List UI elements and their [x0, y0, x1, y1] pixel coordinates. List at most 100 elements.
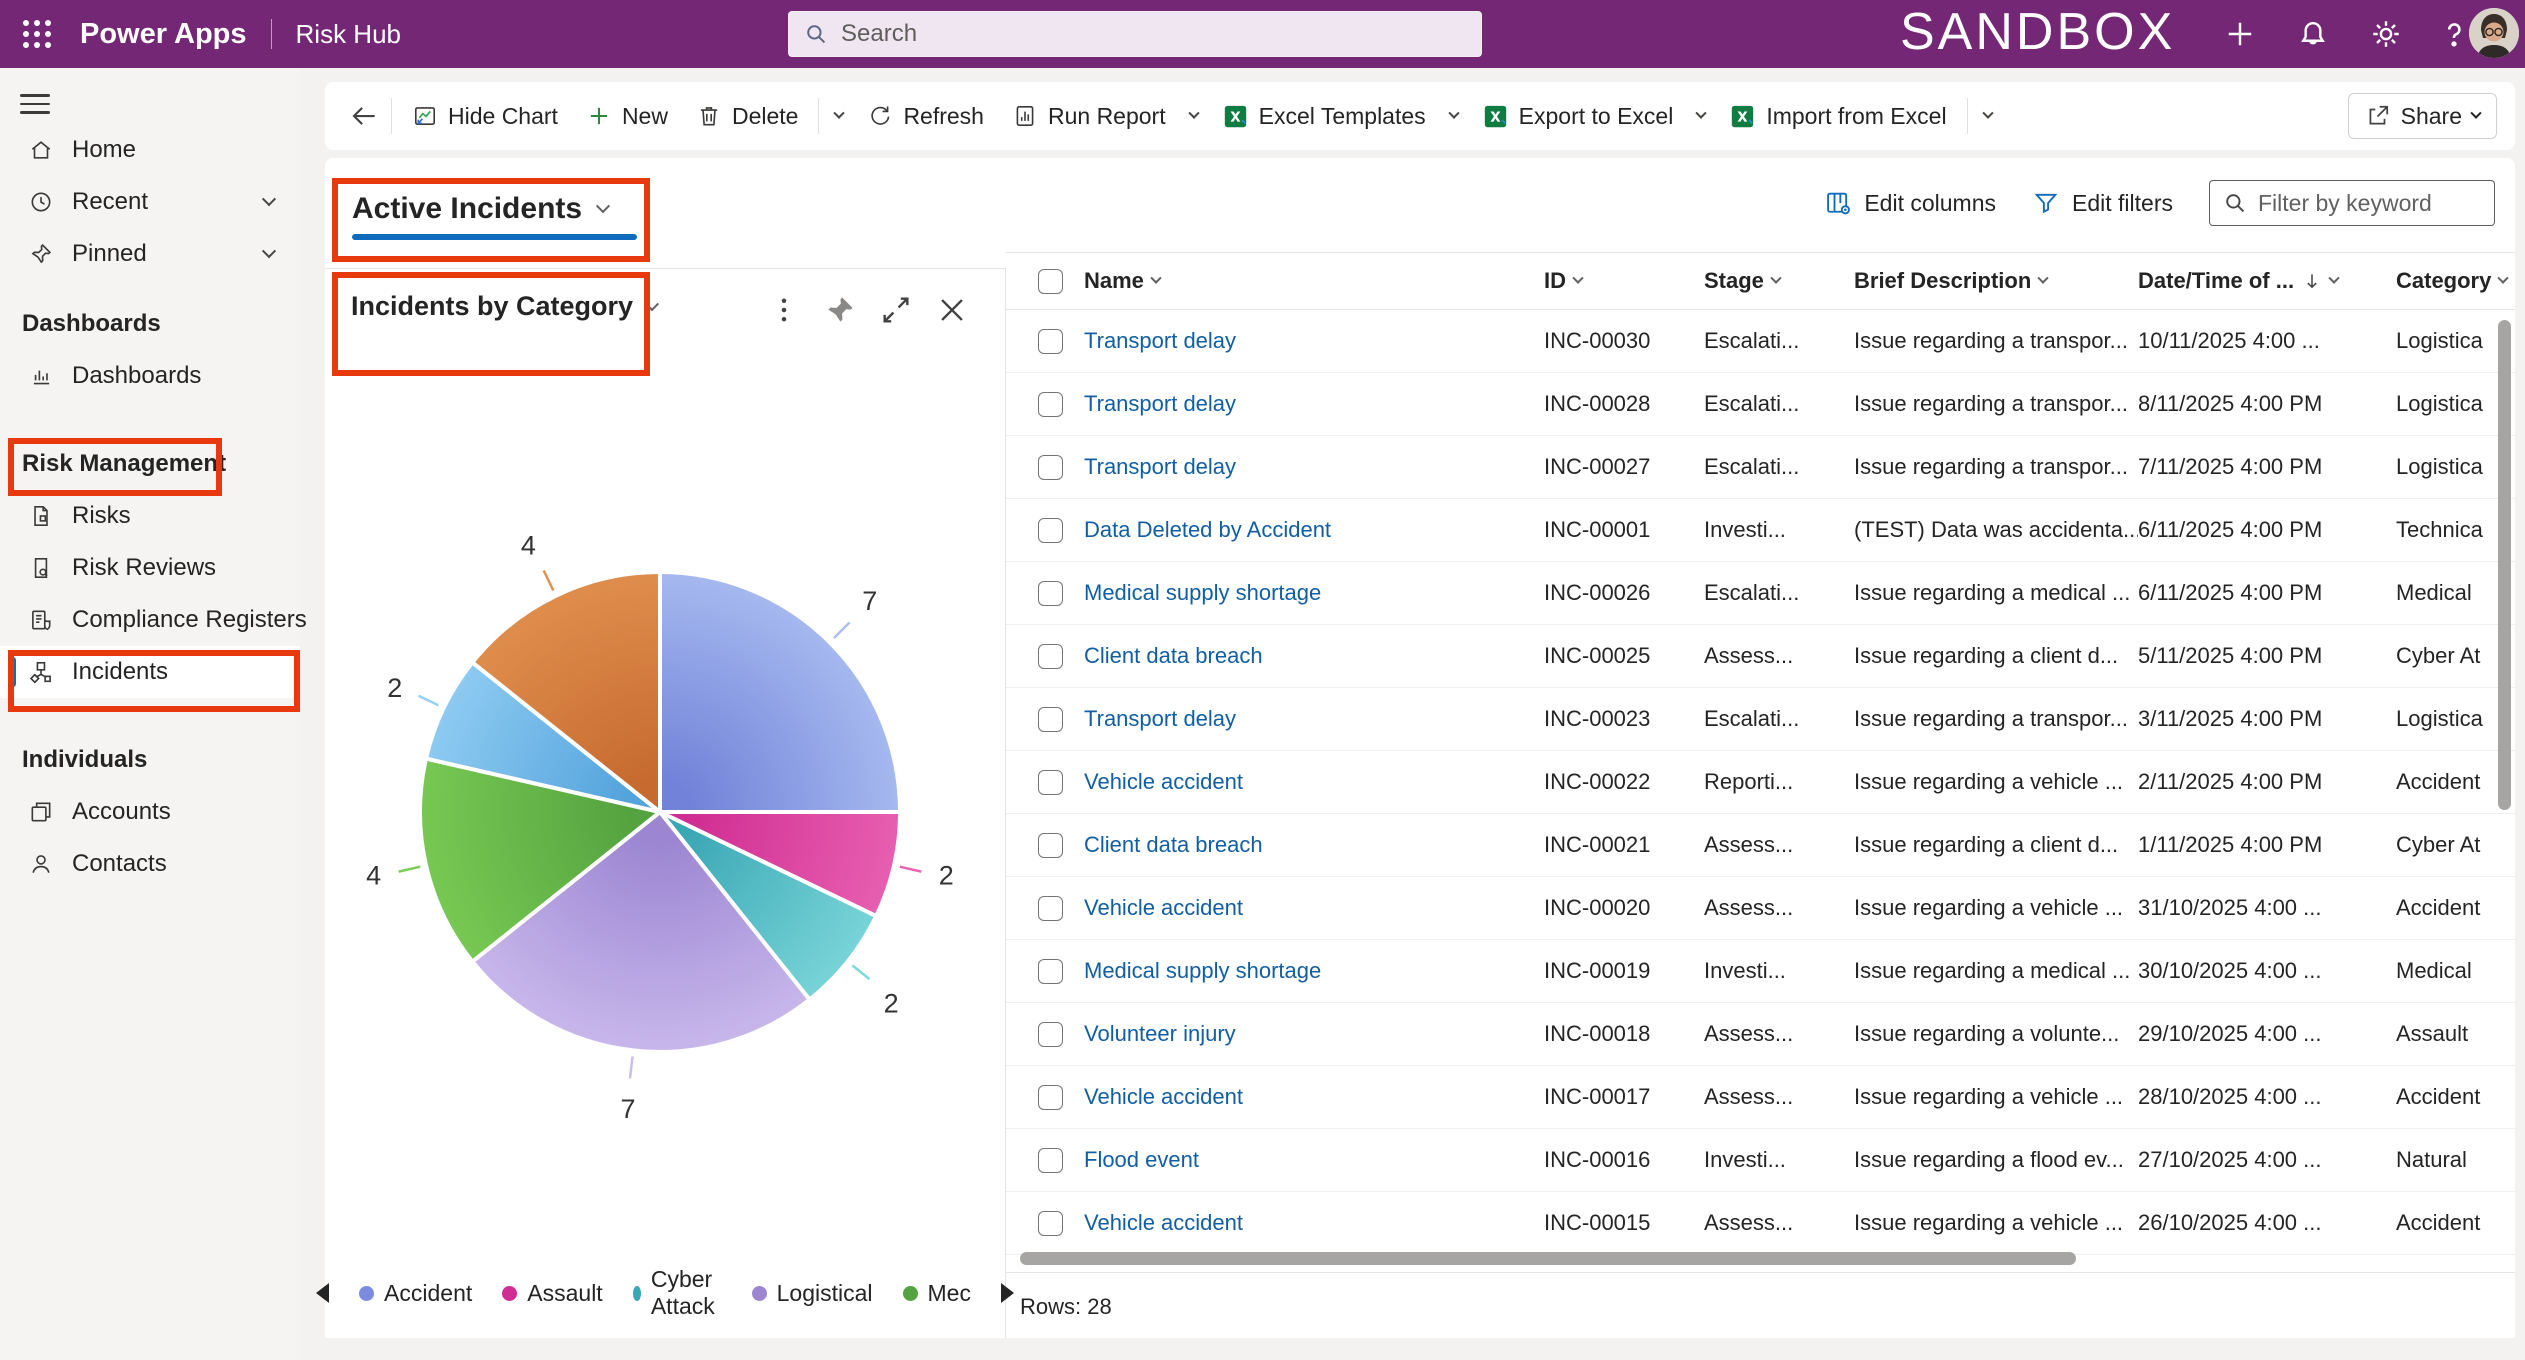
column-header-name[interactable]: Name	[1084, 268, 1544, 294]
horizontal-scrollbar[interactable]	[1020, 1252, 2076, 1265]
cell-name[interactable]: Vehicle accident	[1084, 1084, 1544, 1110]
cell-name[interactable]: Medical supply shortage	[1084, 580, 1544, 606]
help-icon[interactable]	[2436, 16, 2472, 52]
notifications-bell-icon[interactable]	[2295, 16, 2331, 52]
keyword-filter-input[interactable]	[2258, 190, 2478, 217]
cell-name[interactable]: Flood event	[1084, 1147, 1544, 1173]
global-search-input[interactable]: Search	[788, 11, 1482, 57]
command-dropdown-chevron-icon[interactable]	[1180, 99, 1208, 133]
chart-expand-icon[interactable]	[879, 293, 913, 327]
share-button[interactable]: Share	[2348, 93, 2497, 139]
sidebar-item-compliance-registers[interactable]: Compliance Registers	[0, 594, 300, 646]
edit-filters-button[interactable]: Edit filters	[2032, 189, 2173, 217]
cell-name[interactable]: Client data breach	[1084, 643, 1544, 669]
settings-gear-icon[interactable]	[2368, 16, 2404, 52]
vertical-scrollbar[interactable]	[2498, 320, 2511, 810]
sidebar-item-risks[interactable]: Risks	[0, 490, 300, 542]
sidebar-item-dashboards[interactable]: Dashboards	[0, 350, 300, 402]
row-checkbox[interactable]	[1038, 1022, 1063, 1047]
sidebar-item-accounts[interactable]: Accounts	[0, 786, 300, 838]
table-row[interactable]: Medical supply shortageINC-00019Investi.…	[1006, 940, 2515, 1003]
table-row[interactable]: Vehicle accidentINC-00022Reporti...Issue…	[1006, 751, 2515, 814]
row-checkbox[interactable]	[1038, 329, 1063, 354]
cell-name[interactable]: Transport delay	[1084, 328, 1544, 354]
export-to-excel-button[interactable]: Export to Excel	[1468, 95, 1688, 138]
cell-name[interactable]: Vehicle accident	[1084, 769, 1544, 795]
sidebar-item-incidents[interactable]: Incidents	[0, 646, 300, 698]
keyword-filter-box[interactable]	[2209, 180, 2495, 226]
command-dropdown-chevron-icon[interactable]	[825, 99, 853, 133]
row-checkbox[interactable]	[1038, 455, 1063, 480]
column-header-category[interactable]: Category	[2396, 268, 2515, 294]
sidebar-item-home[interactable]: Home	[0, 124, 300, 176]
row-checkbox[interactable]	[1038, 392, 1063, 417]
app-name[interactable]: Power Apps	[80, 18, 247, 51]
cell-name[interactable]: Volunteer injury	[1084, 1021, 1544, 1047]
chart-pin-icon[interactable]	[823, 293, 857, 327]
table-row[interactable]: Medical supply shortageINC-00026Escalati…	[1006, 562, 2515, 625]
chart-more-options-icon[interactable]	[767, 293, 801, 327]
row-checkbox[interactable]	[1038, 770, 1063, 795]
cell-name[interactable]: Transport delay	[1084, 454, 1544, 480]
table-row[interactable]: Volunteer injuryINC-00018Assess...Issue …	[1006, 1003, 2515, 1066]
legend-item-mec[interactable]: Mec	[903, 1266, 971, 1320]
column-header-id[interactable]: ID	[1544, 268, 1704, 294]
table-row[interactable]: Transport delayINC-00027Escalati...Issue…	[1006, 436, 2515, 499]
edit-columns-button[interactable]: Edit columns	[1824, 189, 1996, 217]
command-dropdown-chevron-icon[interactable]	[1440, 99, 1468, 133]
hide-chart-button[interactable]: Hide Chart	[398, 95, 572, 138]
delete-button[interactable]: Delete	[682, 95, 812, 138]
column-header-brief-description[interactable]: Brief Description	[1854, 268, 2138, 294]
refresh-button[interactable]: Refresh	[853, 95, 998, 138]
view-selector[interactable]: Active Incidents	[352, 192, 608, 226]
table-row[interactable]: Client data breachINC-00021Assess...Issu…	[1006, 814, 2515, 877]
table-row[interactable]: Transport delayINC-00028Escalati...Issue…	[1006, 373, 2515, 436]
column-header-stage[interactable]: Stage	[1704, 268, 1854, 294]
sidebar-item-recent[interactable]: Recent	[0, 176, 300, 228]
table-row[interactable]: Vehicle accidentINC-00020Assess...Issue …	[1006, 877, 2515, 940]
legend-item-assault[interactable]: Assault	[502, 1266, 602, 1320]
cell-name[interactable]: Client data breach	[1084, 832, 1544, 858]
command-dropdown-chevron-icon[interactable]	[1974, 99, 2002, 133]
cell-name[interactable]: Data Deleted by Accident	[1084, 517, 1544, 543]
row-checkbox[interactable]	[1038, 1211, 1063, 1236]
row-checkbox[interactable]	[1038, 1148, 1063, 1173]
row-checkbox[interactable]	[1038, 644, 1063, 669]
cell-name[interactable]: Transport delay	[1084, 391, 1544, 417]
row-checkbox[interactable]	[1038, 1085, 1063, 1110]
cell-name[interactable]: Vehicle accident	[1084, 1210, 1544, 1236]
back-button[interactable]	[343, 93, 385, 139]
chevron-down-icon[interactable]	[262, 244, 276, 258]
run-report-button[interactable]: Run Report	[998, 95, 1180, 138]
cell-name[interactable]: Transport delay	[1084, 706, 1544, 732]
cell-name[interactable]: Medical supply shortage	[1084, 958, 1544, 984]
sidebar-item-risk-reviews[interactable]: Risk Reviews	[0, 542, 300, 594]
legend-scroll-left-icon[interactable]	[316, 1283, 329, 1303]
column-header-date-time-of-[interactable]: Date/Time of ...	[2138, 268, 2396, 294]
table-row[interactable]: Vehicle accidentINC-00015Assess...Issue …	[1006, 1192, 2515, 1255]
incidents-by-category-pie-chart[interactable]: 7227424	[325, 324, 1005, 1244]
legend-item-logistical[interactable]: Logistical	[752, 1266, 873, 1320]
table-row[interactable]: Flood eventINC-00016Investi...Issue rega…	[1006, 1129, 2515, 1192]
nav-toggle-hamburger-icon[interactable]	[20, 94, 50, 114]
command-dropdown-chevron-icon[interactable]	[1687, 99, 1715, 133]
excel-templates-button[interactable]: Excel Templates	[1208, 95, 1440, 138]
chart-close-icon[interactable]	[935, 293, 969, 327]
row-checkbox[interactable]	[1038, 896, 1063, 921]
table-row[interactable]: Transport delayINC-00030Escalati...Issue…	[1006, 310, 2515, 373]
select-all-checkbox[interactable]	[1038, 269, 1063, 294]
row-checkbox[interactable]	[1038, 959, 1063, 984]
chart-title-selector[interactable]: Incidents by Category	[351, 291, 657, 322]
user-avatar[interactable]	[2469, 8, 2519, 58]
add-icon[interactable]	[2222, 16, 2258, 52]
cell-name[interactable]: Vehicle accident	[1084, 895, 1544, 921]
row-checkbox[interactable]	[1038, 707, 1063, 732]
row-checkbox[interactable]	[1038, 581, 1063, 606]
legend-item-accident[interactable]: Accident	[359, 1266, 472, 1320]
row-checkbox[interactable]	[1038, 518, 1063, 543]
table-row[interactable]: Client data breachINC-00025Assess...Issu…	[1006, 625, 2515, 688]
sidebar-item-contacts[interactable]: Contacts	[0, 838, 300, 890]
app-launcher-icon[interactable]	[20, 17, 54, 51]
chevron-down-icon[interactable]	[262, 192, 276, 206]
table-row[interactable]: Data Deleted by AccidentINC-00001Investi…	[1006, 499, 2515, 562]
